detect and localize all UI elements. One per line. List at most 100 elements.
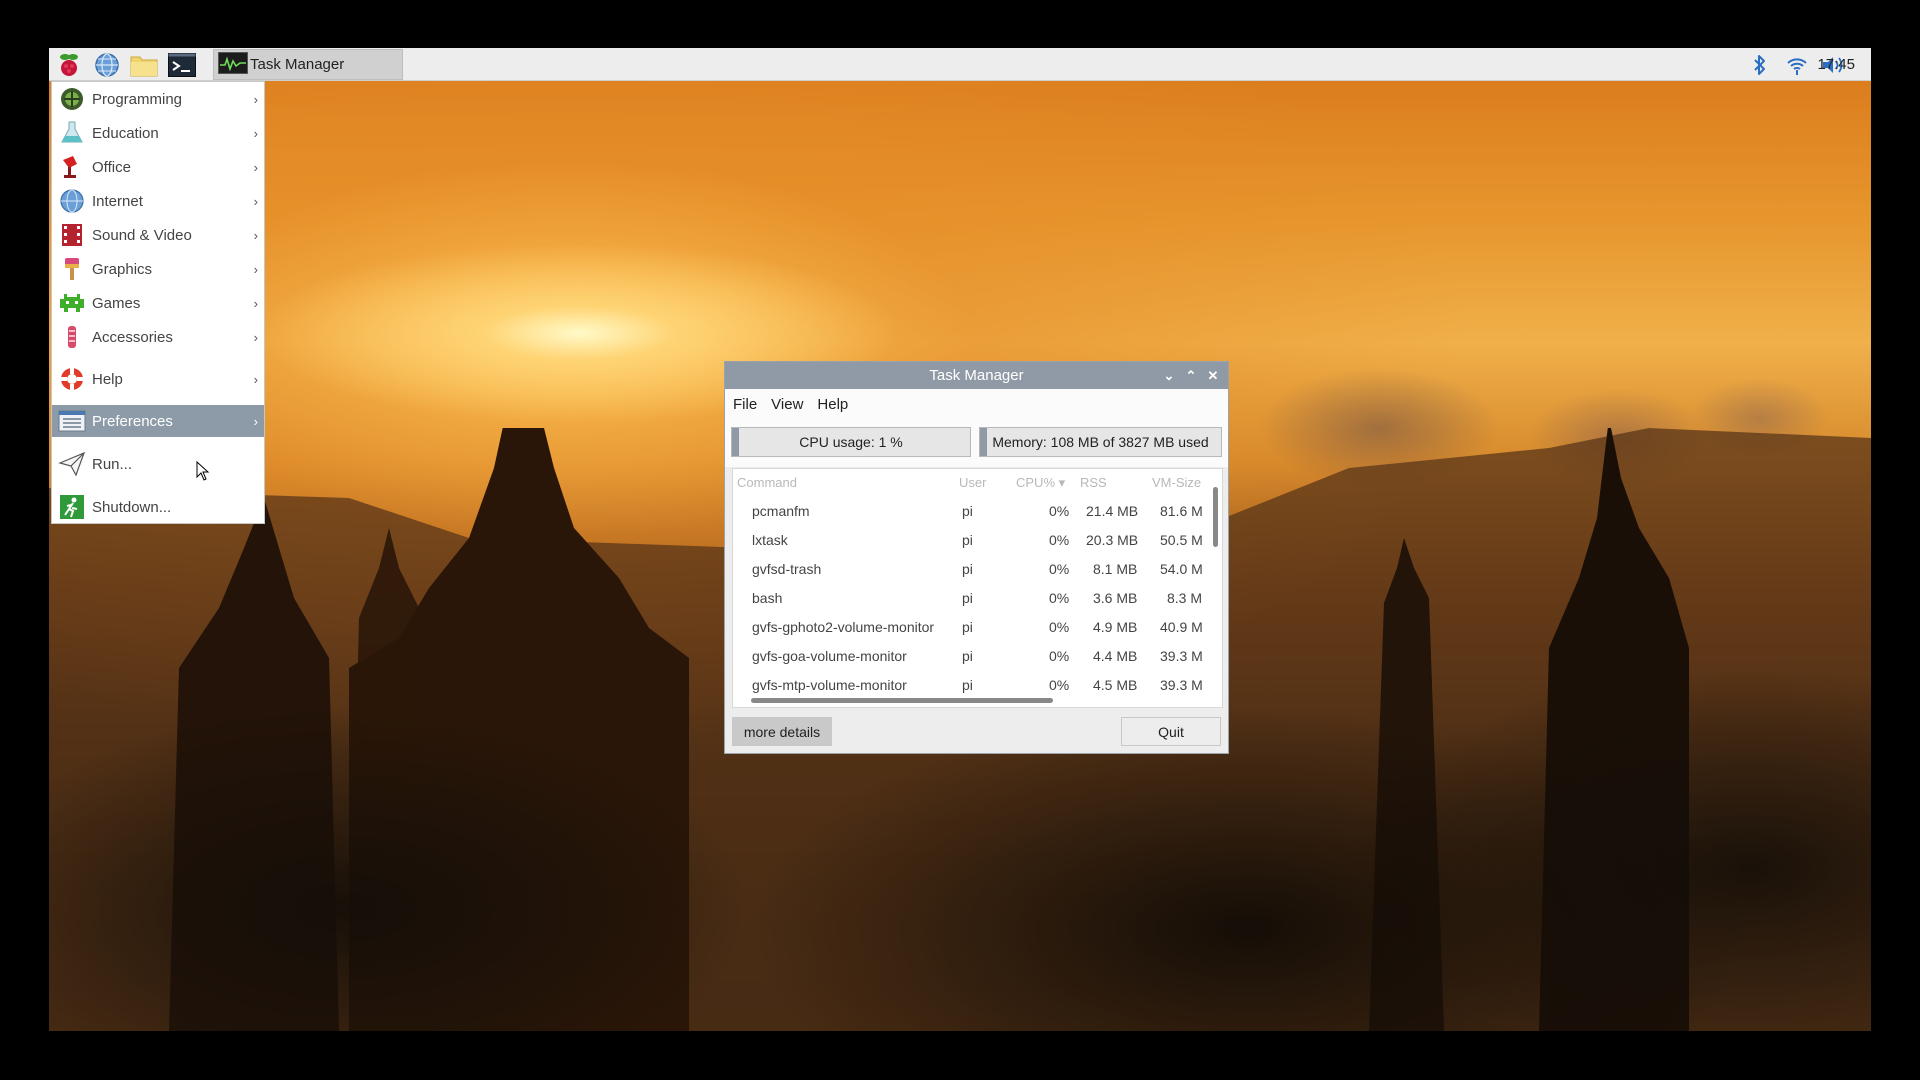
accessories-icon [58, 324, 86, 350]
cell-cpu: 0% [1049, 532, 1070, 548]
menu-item-label: Run... [92, 455, 133, 473]
cell-rss: 21.4 MB [1086, 503, 1139, 519]
menu-item-label: Shutdown... [92, 498, 172, 516]
cell-command: pcmanfm [752, 503, 810, 519]
cell-command: gvfsd-trash [752, 561, 822, 577]
cell-vm-size: 8.3 M [1167, 590, 1203, 606]
chevron-right-icon: › [253, 413, 258, 429]
wifi-icon[interactable] [1784, 48, 1810, 81]
menu-item-label: Games [92, 294, 141, 312]
chevron-right-icon: › [253, 227, 258, 243]
menu-item-help[interactable]: Help › [52, 363, 264, 395]
cell-cpu: 0% [1049, 590, 1070, 606]
cell-user: pi [962, 648, 973, 664]
menu-item-graphics[interactable]: Graphics › [52, 253, 264, 285]
education-icon [58, 120, 86, 146]
task-manager-window: Task Manager ⌄ ⌃ ✕ File View Help CPU us… [724, 361, 1229, 754]
cell-user: pi [962, 619, 973, 635]
menu-view[interactable]: View [771, 396, 803, 413]
table-row[interactable]: gvfsd-trash pi 0% 8.1 MB 54.0 M [733, 555, 1209, 584]
column-header-rss[interactable]: RSS [1080, 469, 1107, 497]
chevron-right-icon: › [253, 193, 258, 209]
menu-item-label: Preferences [92, 412, 173, 430]
close-icon[interactable]: ✕ [1202, 362, 1224, 389]
cell-cpu: 0% [1049, 619, 1070, 635]
table-row[interactable]: pcmanfm pi 0% 21.4 MB 81.6 M [733, 497, 1209, 526]
quit-button[interactable]: Quit [1121, 717, 1221, 746]
terminal-icon[interactable] [166, 50, 198, 79]
cell-vm-size: 81.6 M [1160, 503, 1203, 519]
programming-icon [58, 86, 86, 112]
menu-item-accessories[interactable]: Accessories › [52, 321, 264, 353]
cell-vm-size: 40.9 M [1160, 619, 1203, 635]
menu-item-office[interactable]: Office › [52, 151, 264, 183]
usage-gauges: CPU usage: 1 % Memory: 108 MB of 3827 MB… [725, 419, 1228, 467]
cpu-usage-label: CPU usage: 1 % [799, 434, 903, 450]
menu-item-label: Graphics [92, 260, 153, 278]
menu-file[interactable]: File [733, 396, 757, 413]
menu-help[interactable]: Help [817, 396, 848, 413]
cell-cpu: 0% [1049, 503, 1070, 519]
vertical-scrollbar[interactable] [1212, 475, 1220, 695]
chevron-right-icon: › [253, 91, 258, 107]
cpu-usage-bar: CPU usage: 1 % [731, 427, 971, 457]
bluetooth-icon[interactable] [1749, 48, 1771, 81]
window-titlebar[interactable]: Task Manager ⌄ ⌃ ✕ [725, 362, 1228, 389]
table-row[interactable]: gvfs-goa-volume-monitor pi 0% 4.4 MB 39.… [733, 642, 1209, 671]
table-row[interactable]: lxtask pi 0% 20.3 MB 50.5 M [733, 526, 1209, 555]
column-header-user[interactable]: User [959, 469, 986, 497]
chevron-right-icon: › [253, 371, 258, 387]
table-row[interactable]: gvfs-gphoto2-volume-monitor pi 0% 4.9 MB… [733, 613, 1209, 642]
cell-cpu: 0% [1049, 561, 1070, 577]
memory-usage-bar: Memory: 108 MB of 3827 MB used [979, 427, 1222, 457]
menu-item-label: Programming [92, 90, 183, 108]
maximize-icon[interactable]: ⌃ [1180, 362, 1202, 389]
cell-vm-size: 39.3 M [1160, 648, 1203, 664]
memory-usage-label: Memory: 108 MB of 3827 MB used [992, 434, 1209, 450]
application-menu: Programming › Education › Office › Inter… [51, 81, 265, 524]
column-header-cpu[interactable]: CPU% ▾ [1016, 469, 1065, 497]
menu-item-games[interactable]: Games › [52, 287, 264, 319]
clock[interactable]: 17:45 [1817, 48, 1855, 81]
table-row[interactable]: bash pi 0% 3.6 MB 8.3 M [733, 584, 1209, 613]
run-icon [58, 451, 86, 477]
cell-rss: 8.1 MB [1093, 561, 1138, 577]
cell-cpu: 0% [1049, 648, 1070, 664]
menu-item-label: Education [92, 124, 159, 142]
task-manager-icon [218, 51, 248, 78]
menu-item-preferences[interactable]: Preferences › [52, 405, 264, 437]
horizontal-scrollbar[interactable] [733, 693, 1209, 707]
taskbar: Task Manager 17:45 [49, 48, 1871, 81]
help-icon [58, 366, 86, 392]
raspberry-menu-icon[interactable] [53, 50, 85, 79]
mouse-cursor-icon [196, 460, 210, 486]
chevron-right-icon: › [253, 295, 258, 311]
file-manager-icon[interactable] [128, 50, 160, 79]
preferences-icon [58, 408, 86, 434]
menu-item-programming[interactable]: Programming › [52, 83, 264, 115]
menu-item-label: Internet [92, 192, 143, 210]
menu-item-internet[interactable]: Internet › [52, 185, 264, 217]
desktop[interactable]: Task Manager 17:45 Programming › Educati… [49, 48, 1871, 1031]
menu-item-label: Office [92, 158, 131, 176]
more-details-button[interactable]: more details [732, 717, 832, 746]
cell-rss: 3.6 MB [1093, 590, 1138, 606]
cell-vm-size: 50.5 M [1160, 532, 1203, 548]
cell-command: gvfs-gphoto2-volume-monitor [752, 619, 935, 635]
menu-item-shutdown[interactable]: Shutdown... [52, 491, 264, 523]
cell-user: pi [962, 561, 973, 577]
column-header-command[interactable]: Command [737, 469, 797, 497]
minimize-icon[interactable]: ⌄ [1158, 362, 1180, 389]
menu-item-education[interactable]: Education › [52, 117, 264, 149]
cell-rss: 4.9 MB [1093, 619, 1138, 635]
chevron-right-icon: › [253, 159, 258, 175]
web-browser-icon[interactable] [91, 50, 123, 79]
menu-item-run[interactable]: Run... [52, 448, 264, 480]
task-button-label: Task Manager [250, 56, 345, 73]
cell-command: bash [752, 590, 783, 606]
cell-rss: 4.4 MB [1093, 648, 1138, 664]
taskbar-task-manager-button[interactable]: Task Manager [213, 49, 403, 80]
menu-item-sound-video[interactable]: Sound & Video › [52, 219, 264, 251]
menu-item-label: Help [92, 370, 123, 388]
column-header-vm-size[interactable]: VM-Size [1152, 469, 1201, 497]
